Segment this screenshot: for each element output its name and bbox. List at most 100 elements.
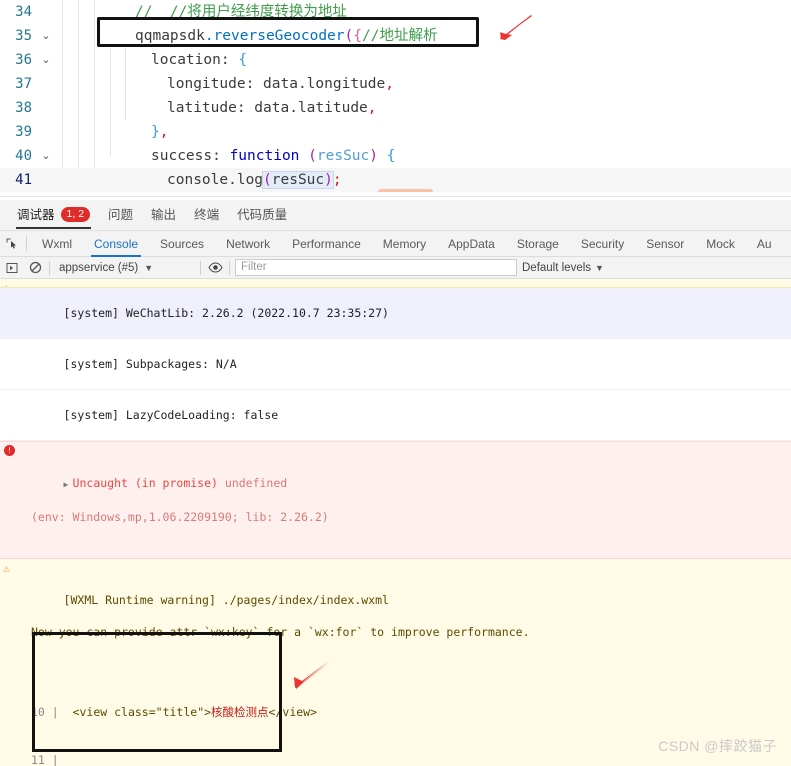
tab-audits[interactable]: Au bbox=[746, 231, 783, 257]
panel-tab-terminal[interactable]: 终端 bbox=[185, 200, 228, 231]
fold-chevron-icon[interactable] bbox=[36, 72, 56, 96]
toolbar-divider bbox=[26, 236, 27, 251]
panel-tab-label: 调试器 bbox=[17, 207, 55, 222]
tab-security[interactable]: Security bbox=[570, 231, 635, 257]
code-key: longitude bbox=[167, 76, 246, 92]
error-value: undefined bbox=[224, 476, 288, 490]
tab-sources[interactable]: Sources bbox=[149, 231, 215, 257]
fold-chevron-icon[interactable]: ⌄ bbox=[36, 144, 56, 168]
console-toolbar[interactable]: appservice (#5) ▼ Filter Default levels … bbox=[0, 257, 791, 279]
filter-input[interactable]: Filter bbox=[235, 259, 517, 276]
chevron-down-icon[interactable]: ▼ bbox=[144, 263, 153, 273]
console-context-label: appservice (#5) bbox=[59, 261, 139, 274]
console-output[interactable]: ⚠ 【自动热重载】已开启内存文件保存后自动热重载（不支持 json） [syst… bbox=[0, 279, 791, 766]
code-punct: : bbox=[220, 52, 239, 68]
code-row[interactable]: 39 }, bbox=[0, 120, 791, 144]
code-row[interactable]: 34 // //将用户经纬度转换为地址 bbox=[0, 0, 791, 24]
log-level-selector[interactable]: Default levels ▼ bbox=[522, 262, 604, 274]
panel-tab-debugger[interactable]: 调试器 1, 2 bbox=[8, 200, 99, 231]
code-punct: ; bbox=[332, 172, 342, 188]
console-context-selector[interactable]: appservice (#5) ▼ bbox=[55, 262, 195, 274]
status-badge: 1, 2 bbox=[60, 206, 91, 222]
tab-memory[interactable]: Memory bbox=[372, 231, 437, 257]
code-row[interactable]: 37 longitude: data.longitude, bbox=[0, 72, 791, 96]
fold-chevron-icon[interactable] bbox=[36, 96, 56, 120]
code-punct: { bbox=[353, 28, 362, 44]
snippet-line-number: 11 bbox=[31, 753, 45, 766]
fold-chevron-icon[interactable] bbox=[36, 0, 56, 24]
chevron-down-icon[interactable]: ▼ bbox=[595, 263, 604, 273]
code-text: // //将用户经纬度转换为地址 bbox=[56, 0, 791, 24]
editor-horizontal-scrollbar[interactable] bbox=[378, 189, 433, 192]
code-punct: , bbox=[159, 124, 169, 140]
code-punct: , bbox=[367, 100, 377, 116]
console-row-system[interactable]: [system] LazyCodeLoading: false bbox=[0, 390, 791, 441]
tab-network[interactable]: Network bbox=[215, 231, 281, 257]
eye-icon[interactable] bbox=[206, 259, 224, 277]
toolbar-divider bbox=[200, 260, 201, 275]
code-punct: { bbox=[238, 52, 248, 68]
code-comment: // //将用户经纬度转换为地址 bbox=[135, 4, 347, 20]
code-punct: ( bbox=[299, 148, 317, 164]
error-env: (env: Windows,mp,1.06.2209190; lib: 2.26… bbox=[31, 510, 329, 524]
code-row[interactable]: 40 ⌄ success: function (resSuc) { bbox=[0, 144, 791, 168]
panel-tab-problems[interactable]: 问题 bbox=[99, 200, 142, 231]
code-text: }, bbox=[56, 120, 791, 144]
fold-chevron-icon[interactable] bbox=[36, 168, 56, 192]
tab-wxml[interactable]: Wxml bbox=[31, 231, 83, 257]
code-editor[interactable]: 34 // //将用户经纬度转换为地址 35 ⌄ qqmapsdk.revers… bbox=[0, 0, 791, 192]
line-number: 36 bbox=[15, 52, 32, 68]
tab-appdata[interactable]: AppData bbox=[437, 231, 506, 257]
snippet-code-tail: </view> bbox=[268, 705, 318, 719]
code-punct: ( bbox=[263, 172, 272, 188]
warning-icon: ⚠ bbox=[3, 281, 10, 288]
code-comment: //地址解析 bbox=[362, 28, 438, 44]
code-value: : data.longitude bbox=[245, 76, 386, 92]
execute-arrow-icon[interactable] bbox=[3, 259, 21, 277]
code-row[interactable]: 38 latitude: data.latitude, bbox=[0, 96, 791, 120]
panel-tab-code-quality[interactable]: 代码质量 bbox=[228, 200, 296, 231]
code-row[interactable]: 36 ⌄ location: { bbox=[0, 48, 791, 72]
code-key: success bbox=[151, 148, 213, 164]
code-row[interactable]: 35 ⌄ qqmapsdk.reverseGeocoder({//地址解析 bbox=[0, 24, 791, 48]
clear-console-icon[interactable] bbox=[26, 259, 44, 277]
panel-tab-output[interactable]: 输出 bbox=[142, 200, 185, 231]
tab-performance[interactable]: Performance bbox=[281, 231, 372, 257]
expand-triangle-icon[interactable]: ▶ bbox=[64, 477, 73, 493]
fold-chevron-icon[interactable]: ⌄ bbox=[36, 48, 56, 72]
snippet-line-number: 10 bbox=[31, 705, 45, 719]
code-argument: resSuc bbox=[271, 172, 325, 188]
fold-chevron-icon[interactable] bbox=[36, 120, 56, 144]
console-row-clipped-warning[interactable]: ⚠ 【自动热重载】已开启内存文件保存后自动热重载（不支持 json） bbox=[0, 279, 791, 288]
console-row-warning[interactable]: ⚠ [WXML Runtime warning] ./pages/index/i… bbox=[0, 559, 791, 766]
line-number: 37 bbox=[15, 76, 32, 92]
code-punct: ( bbox=[344, 28, 354, 44]
fold-chevron-icon[interactable]: ⌄ bbox=[36, 24, 56, 48]
inspect-cursor-icon[interactable] bbox=[0, 231, 22, 257]
console-row-system[interactable]: [system] Subpackages: N/A bbox=[0, 339, 791, 390]
console-row-error[interactable]: ! ▶ Uncaught (in promise) undefined (env:… bbox=[0, 441, 791, 559]
tab-sensor[interactable]: Sensor bbox=[635, 231, 695, 257]
warning-header: [WXML Runtime warning] ./pages/index/ind… bbox=[63, 593, 389, 607]
console-row-text: [system] WeChatLib: 2.26.2 (2022.10.7 23… bbox=[63, 306, 389, 320]
devtools-tab-bar[interactable]: Wxml Console Sources Network Performance… bbox=[0, 231, 791, 257]
panel-tab-bar[interactable]: 调试器 1, 2 问题 输出 终端 代码质量 bbox=[0, 200, 791, 231]
console-row-system[interactable]: [system] WeChatLib: 2.26.2 (2022.10.7 23… bbox=[0, 288, 791, 339]
warning-icon: ⚠ bbox=[3, 562, 10, 575]
toolbar-divider bbox=[49, 260, 50, 275]
tab-console[interactable]: Console bbox=[83, 231, 149, 257]
code-method: .log bbox=[228, 172, 264, 188]
tab-mock[interactable]: Mock bbox=[695, 231, 746, 257]
code-property: .reverseGeocoder bbox=[204, 28, 345, 44]
code-key: location bbox=[151, 52, 221, 68]
snippet-code: <view class="title"> bbox=[65, 705, 212, 719]
line-number: 39 bbox=[15, 124, 32, 140]
code-punct: ) bbox=[324, 172, 333, 188]
log-level-label: Default levels bbox=[522, 261, 592, 274]
tab-storage[interactable]: Storage bbox=[506, 231, 570, 257]
code-value: : data.latitude bbox=[236, 100, 368, 116]
warning-message: Now you can provide attr `wx:key` for a … bbox=[31, 625, 530, 639]
code-text: location: { bbox=[56, 48, 791, 72]
error-title: Uncaught (in promise) bbox=[72, 476, 218, 490]
line-number: 38 bbox=[15, 100, 32, 116]
